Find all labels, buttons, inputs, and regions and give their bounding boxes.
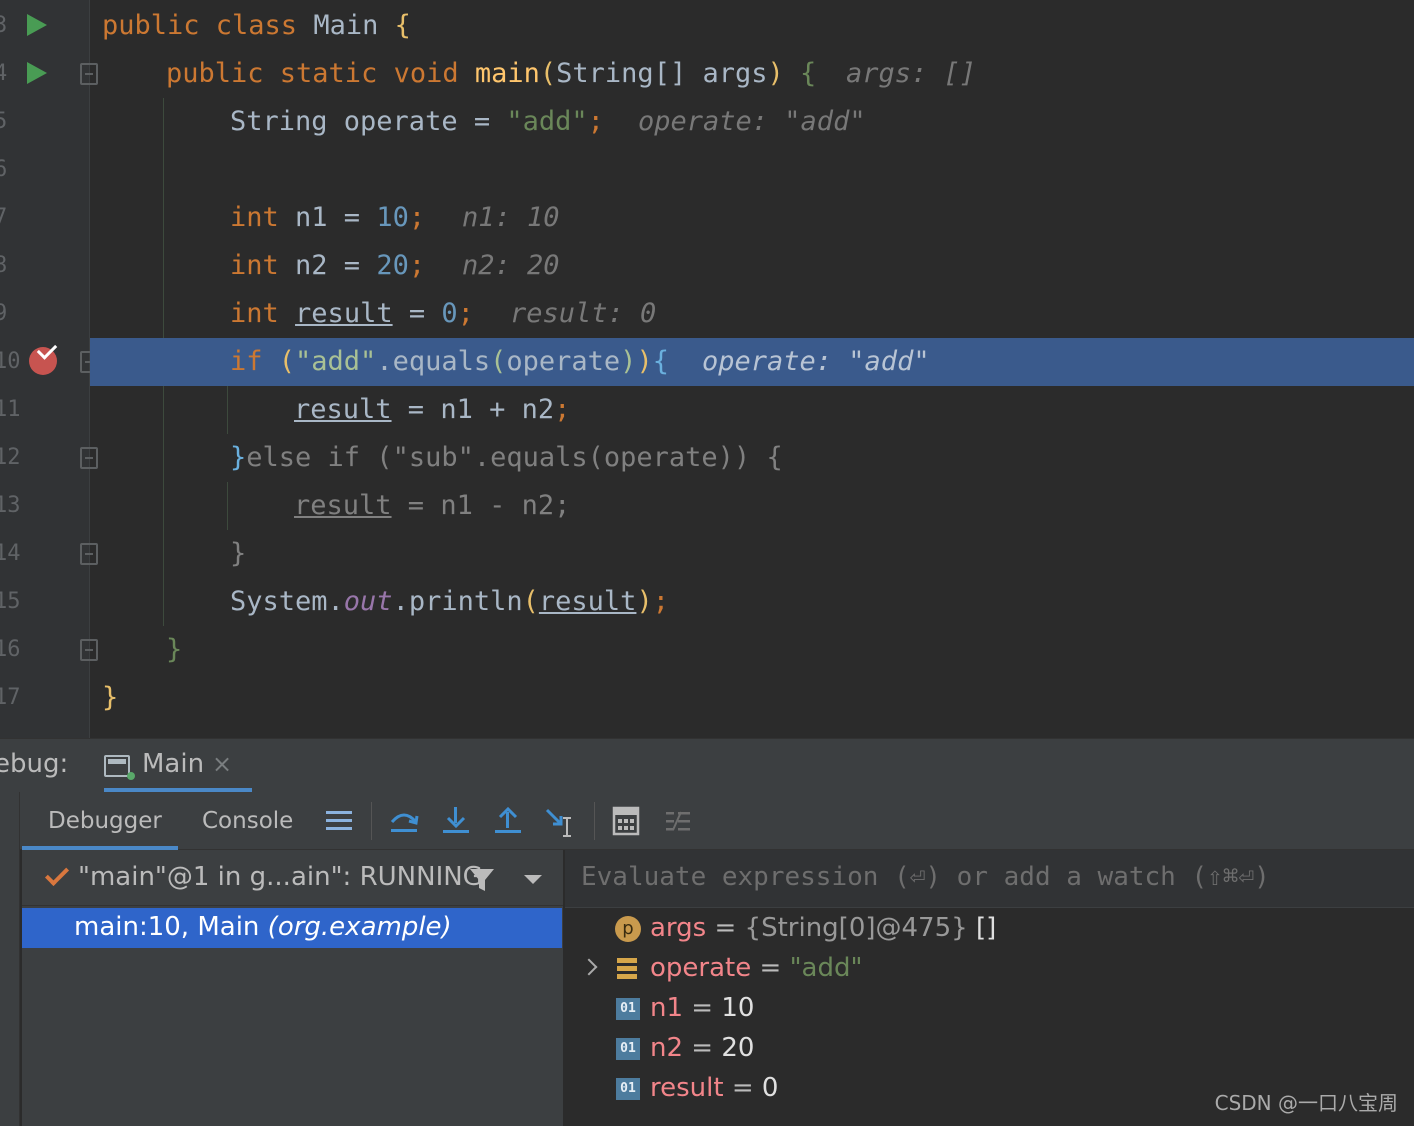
line-number: 11 [0,386,21,434]
line-number: 3 [0,13,8,38]
run-class-icon[interactable] [27,14,47,36]
debug-side-toolbar [0,792,20,1126]
toolbar-divider [371,802,372,840]
primitive-icon: 01 [616,1038,640,1060]
variable-value: "add" [789,953,863,983]
chevron-down-icon[interactable] [524,875,542,884]
code-line[interactable]: public class Main { [90,2,1414,50]
parameter-icon: p [615,916,641,942]
inline-value-hint: n1: 10 [462,202,560,233]
debug-label: ebug: [0,749,69,779]
code-line[interactable]: } [90,626,1414,674]
run-main-icon[interactable] [27,62,47,84]
debugger-toolbar: Debugger Console [0,792,1414,850]
evaluate-expression-input[interactable]: Evaluate expression (⏎) or add a watch (… [565,850,1414,908]
chevron-right-icon[interactable] [580,958,598,976]
line-number: 8 [0,253,8,278]
run-to-cursor-icon[interactable] [543,804,577,838]
line-number: 7 [0,205,8,230]
tab-main[interactable]: Main × [104,739,252,793]
code-line[interactable]: int result = 0; result: 0 [90,290,1414,338]
toolbar-divider [594,802,595,840]
inline-value-hint: args: [] [846,58,977,89]
inline-value-hint: n2: 20 [462,250,560,281]
variable-value: 0 [761,1073,779,1103]
variable-row[interactable]: 01 n1 = 10 [565,989,1414,1029]
frames-panel: "main"@1 in g...ain": RUNNING main:10, M… [22,850,563,1126]
tab-console[interactable]: Console [202,792,293,850]
thread-label: "main"@1 in g...ain": RUNNING [78,862,483,892]
inline-value-hint: operate: "add" [702,346,930,377]
tab-debugger[interactable]: Debugger [48,792,162,850]
filter-icon[interactable] [469,867,495,893]
line-number: 15 [0,578,21,626]
variable-name: n1 [650,993,684,1023]
code-line[interactable]: public static void main(String[] args) {… [90,50,1414,98]
code-line[interactable]: } [90,530,1414,578]
evaluate-placeholder: Evaluate expression (⏎) or add a watch (… [581,862,1270,892]
frame-package: (org.example) [267,912,452,942]
variable-name: result [650,1073,724,1103]
thread-selector[interactable]: "main"@1 in g...ain": RUNNING [22,850,563,906]
line-number: 5 [0,109,8,134]
hamburger-icon[interactable] [322,804,356,838]
variable-value: 20 [721,1033,755,1063]
step-into-icon[interactable] [439,804,473,838]
variable-row[interactable]: operate = "add" [565,949,1414,989]
watermark: CSDN @一口八宝周 [1214,1091,1398,1115]
application-window-icon [104,755,130,777]
line-number: 13 [0,482,21,530]
running-indicator-icon [127,772,135,780]
primitive-icon: 01 [616,1078,640,1100]
variable-value: [] [975,913,997,943]
line-number: 16 [0,626,21,674]
variables-panel: Evaluate expression (⏎) or add a watch (… [565,850,1414,1126]
variable-row[interactable]: 01 n2 = 20 [565,1029,1414,1069]
code-line[interactable]: result = n1 - n2; [90,482,1414,530]
debug-tool-window-header: ebug: Main × [0,738,1414,792]
variable-value: 10 [721,993,755,1023]
frame-location: main:10, Main [74,912,268,942]
line-number: 17 [0,674,21,722]
current-execution-line[interactable]: if ("add".equals(operate)){ operate: "ad… [90,338,1414,386]
variable-reference: {String[0]@475} [744,913,976,943]
step-over-icon[interactable] [387,804,421,838]
code-line[interactable]: result = n1 + n2; [90,386,1414,434]
primitive-icon: 01 [616,998,640,1020]
variable-row[interactable]: p args = {String[0]@475} [] [565,909,1414,949]
code-line[interactable]: int n1 = 10; n1: 10 [90,194,1414,242]
variable-name: n2 [650,1033,684,1063]
line-number: 14 [0,530,21,578]
code-line[interactable]: } [90,674,1414,722]
variable-name: args [650,913,707,943]
field-object-icon [615,956,641,982]
line-number: 10 [0,338,21,386]
step-out-icon[interactable] [491,804,525,838]
code-line[interactable]: System.out.println(result); [90,578,1414,626]
code-line[interactable]: int n2 = 20; n2: 20 [90,242,1414,290]
stack-frame-item[interactable]: main:10, Main (org.example) [22,908,562,948]
inline-value-hint: operate: "add" [638,106,866,137]
line-number: 6 [0,157,8,182]
close-icon[interactable]: × [212,750,232,778]
line-number: 12 [0,434,21,482]
evaluate-expression-icon[interactable] [609,804,643,838]
variable-name: operate [650,953,752,983]
code-line[interactable]: }else if ("sub".equals(operate)) { [90,434,1414,482]
line-number: 9 [0,301,8,326]
tab-main-label: Main [142,749,205,779]
code-editor[interactable]: 3 4 5 6 7 8 9 10 11 12 13 14 15 16 17 pu… [0,0,1414,738]
check-icon [44,861,70,887]
trace-current-stream-icon[interactable] [661,804,695,838]
line-number: 4 [0,61,8,86]
inline-value-hint: result: 0 [510,298,657,329]
code-line[interactable]: String operate = "add"; operate: "add" [90,98,1414,146]
